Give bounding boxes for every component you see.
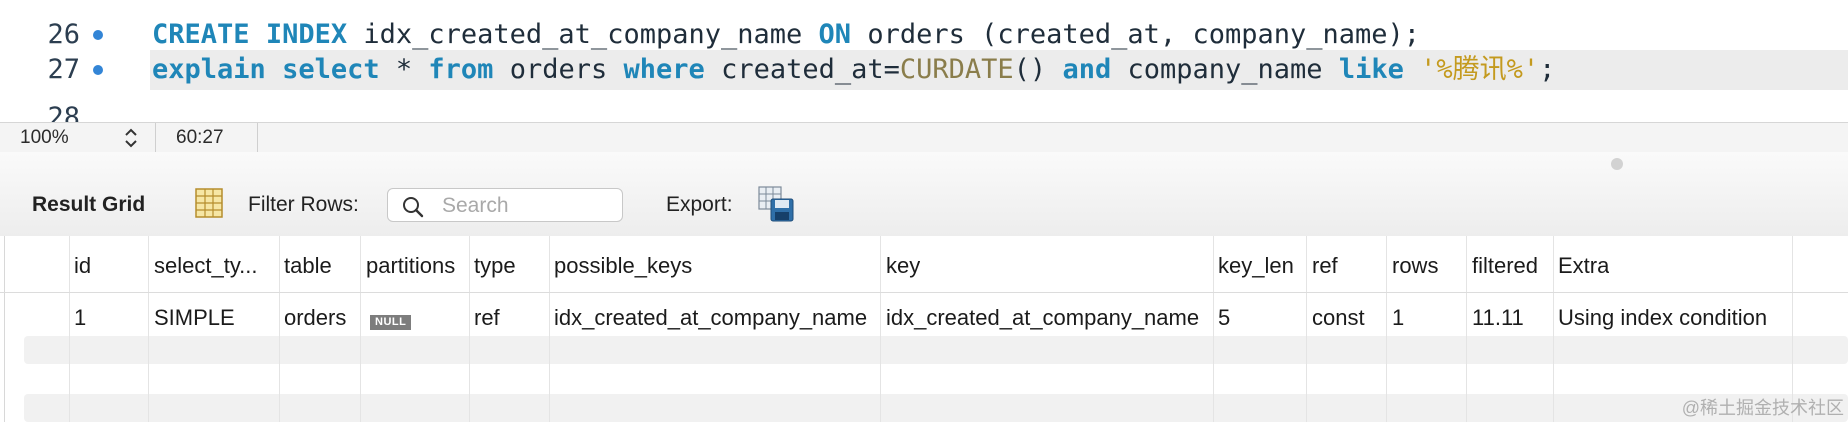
column-header-extra[interactable]: Extra: [1558, 253, 1609, 279]
editor-status-bar: 100% 60:27: [0, 122, 1848, 153]
filter-search-box[interactable]: [387, 188, 623, 222]
column-header-rows[interactable]: rows: [1392, 253, 1438, 279]
code-text[interactable]: explain select * from orders where creat…: [150, 50, 1848, 90]
cell-possible-keys[interactable]: idx_created_at_company_name: [554, 305, 867, 331]
code-line-27[interactable]: 27 explain select * from orders where cr…: [0, 50, 1848, 90]
divider: [257, 123, 258, 153]
export-save-icon[interactable]: [757, 185, 795, 229]
export-label: Export:: [666, 193, 733, 216]
zoom-level[interactable]: 100%: [20, 127, 69, 149]
code-line-26[interactable]: 26 CREATE INDEX idx_created_at_company_n…: [0, 15, 1848, 55]
cell-id[interactable]: 1: [74, 305, 86, 331]
cell-rows[interactable]: 1: [1392, 305, 1404, 331]
cell-extra[interactable]: Using index condition: [1558, 305, 1767, 331]
column-header-type[interactable]: type: [474, 253, 516, 279]
statement-marker-icon[interactable]: [93, 65, 103, 75]
search-icon: [402, 196, 424, 224]
code-line-28[interactable]: 28: [0, 98, 1848, 122]
column-header-possible-keys[interactable]: possible_keys: [554, 253, 692, 279]
search-input[interactable]: [440, 191, 619, 221]
cell-partitions[interactable]: NULL: [370, 308, 412, 334]
column-header-select-type[interactable]: select_ty...: [154, 253, 276, 279]
column-header-ref[interactable]: ref: [1312, 253, 1338, 279]
line-number: 27: [47, 54, 80, 85]
cursor-position: 60:27: [176, 127, 224, 148]
grid-header-row: id select_ty... table partitions type po…: [0, 236, 1848, 293]
cell-type[interactable]: ref: [474, 305, 500, 331]
cell-key[interactable]: idx_created_at_company_name: [886, 305, 1199, 331]
sql-editor[interactable]: 26 CREATE INDEX idx_created_at_company_n…: [0, 0, 1848, 122]
column-header-partitions[interactable]: partitions: [366, 253, 455, 279]
divider: [155, 123, 156, 153]
column-header-id[interactable]: id: [74, 253, 91, 279]
statement-marker-icon[interactable]: [93, 30, 103, 40]
column-header-key-len[interactable]: key_len: [1218, 253, 1294, 279]
watermark: @稀土掘金技术社区: [1681, 398, 1844, 418]
empty-row-stripe: [24, 336, 1848, 364]
result-grid-icon[interactable]: [195, 188, 223, 224]
column-header-table[interactable]: table: [284, 253, 332, 279]
cell-filtered[interactable]: 11.11: [1472, 305, 1524, 331]
line-number: 26: [47, 19, 80, 50]
line-number: 28: [47, 102, 80, 122]
null-badge: NULL: [370, 314, 412, 330]
column-header-filtered[interactable]: filtered: [1472, 253, 1538, 279]
cell-ref[interactable]: const: [1312, 305, 1365, 331]
panel-resize-handle[interactable]: [1611, 158, 1623, 170]
column-header-key[interactable]: key: [886, 253, 920, 279]
result-toolbar: Result Grid Filter Rows: Export:: [0, 152, 1848, 237]
filter-rows-label: Filter Rows:: [248, 193, 359, 216]
result-grid[interactable]: id select_ty... table partitions type po…: [0, 236, 1848, 422]
up-down-stepper-icon[interactable]: [122, 126, 140, 150]
cell-key-len[interactable]: 5: [1218, 305, 1230, 331]
empty-row-stripe: [24, 394, 1848, 422]
cell-table[interactable]: orders: [284, 305, 346, 331]
code-text[interactable]: CREATE INDEX idx_created_at_company_name…: [150, 15, 1848, 55]
result-grid-label[interactable]: Result Grid: [32, 193, 145, 217]
cell-select-type[interactable]: SIMPLE: [154, 305, 235, 331]
